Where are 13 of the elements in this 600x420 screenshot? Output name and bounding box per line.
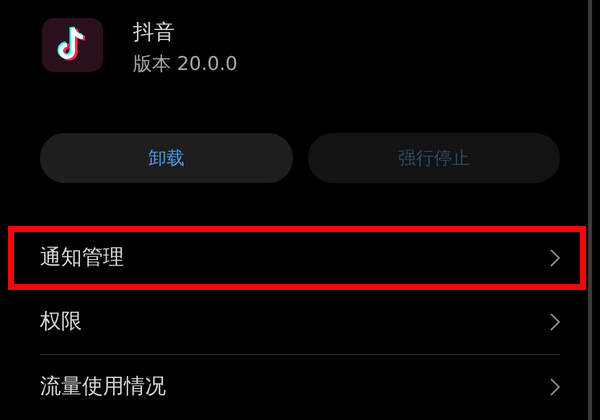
settings-row[interactable]: 权限 (40, 290, 560, 354)
version-text: 版本 20.0.0 (133, 53, 238, 76)
row-label: 权限 (40, 308, 82, 336)
chevron-icon (550, 313, 560, 331)
app-name: 抖音 (133, 20, 176, 46)
uninstall-button[interactable]: 卸载 (40, 133, 292, 183)
settings-row[interactable]: 流量使用情况 (40, 354, 560, 418)
row-label: 流量使用情况 (40, 372, 166, 400)
app-icon (42, 18, 103, 72)
row-label: 通知管理 (40, 244, 124, 272)
settings-row[interactable]: 通知管理 (8, 226, 586, 290)
chevron-icon (550, 249, 560, 267)
chevron-icon (550, 378, 560, 396)
